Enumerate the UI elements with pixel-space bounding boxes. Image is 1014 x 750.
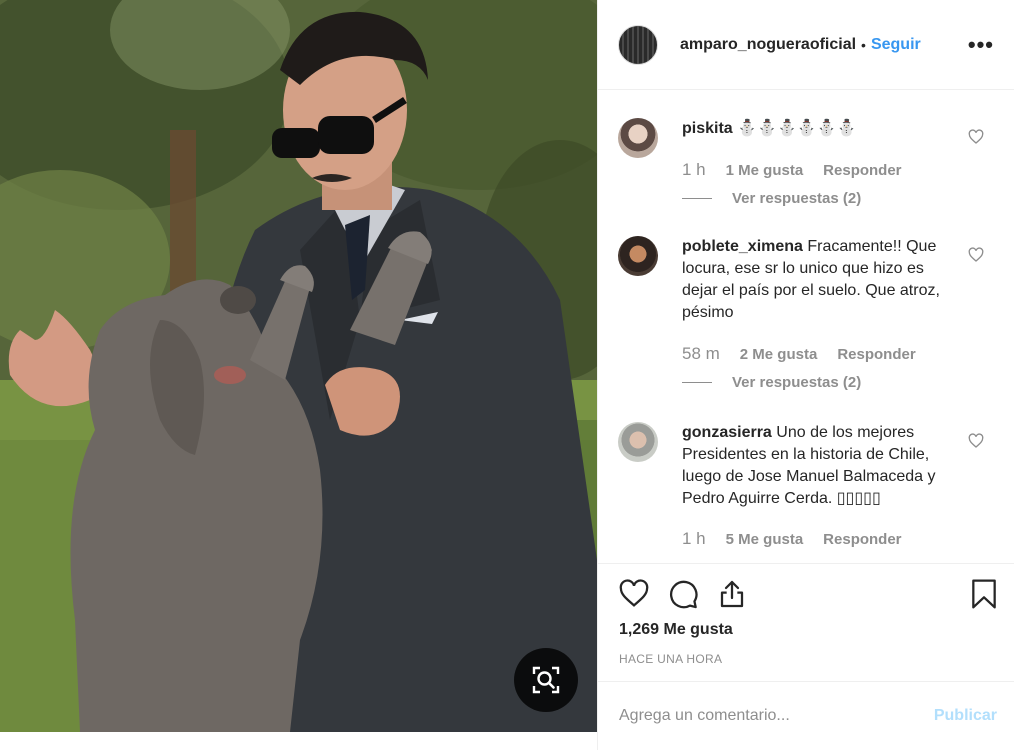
- comment-text: ⛄⛄⛄⛄⛄⛄: [737, 120, 857, 137]
- comment-text-block: gonzasierra Uno de los mejores President…: [682, 422, 962, 510]
- comment-username[interactable]: piskita: [682, 120, 733, 137]
- comment-item: piskita ⛄⛄⛄⛄⛄⛄ 1 h 1 Me gusta Responder …: [618, 118, 998, 213]
- commenter-avatar[interactable]: [618, 236, 658, 276]
- view-replies-label: Ver respuestas (2): [732, 190, 862, 207]
- commenter-avatar[interactable]: [618, 422, 658, 462]
- comment-text-block: poblete_ximena Fracamente!! Que locura, …: [682, 236, 962, 324]
- comment-item: poblete_ximena Fracamente!! Que locura, …: [618, 236, 998, 396]
- comment-like-heart-icon[interactable]: [968, 129, 984, 145]
- post-likes-count[interactable]: 1,269 Me gusta: [619, 621, 733, 639]
- header-separator: •: [861, 36, 866, 53]
- author-avatar[interactable]: [618, 24, 658, 65]
- heart-icon[interactable]: [618, 578, 650, 610]
- bookmark-icon[interactable]: [969, 578, 999, 610]
- comment-reply-button[interactable]: Responder: [823, 531, 901, 548]
- post-timestamp[interactable]: HACE UNA HORA: [619, 652, 722, 666]
- comment-meta: 1 h 1 Me gusta Responder: [682, 160, 902, 180]
- comment-username[interactable]: gonzasierra: [682, 424, 772, 441]
- commenter-avatar[interactable]: [618, 118, 658, 158]
- comment-meta: 58 m 2 Me gusta Responder: [682, 344, 916, 364]
- comment-like-heart-icon[interactable]: [968, 247, 984, 263]
- post-header: amparo_nogueraoficial • Seguir •••: [598, 0, 1014, 90]
- comment-time[interactable]: 58 m: [682, 344, 720, 364]
- follow-button[interactable]: Seguir: [871, 36, 921, 54]
- comment-likes[interactable]: 1 Me gusta: [726, 162, 804, 179]
- photo-illustration: [0, 0, 597, 732]
- view-replies-label: Ver respuestas (2): [732, 374, 862, 391]
- comment-text-block: piskita ⛄⛄⛄⛄⛄⛄: [682, 118, 962, 140]
- post-sidebar: amparo_nogueraoficial • Seguir ••• piski…: [597, 0, 1014, 750]
- comment-input[interactable]: [619, 707, 934, 725]
- comment-reply-button[interactable]: Responder: [823, 162, 901, 179]
- comment-likes[interactable]: 2 Me gusta: [740, 346, 818, 363]
- comment-item: gonzasierra Uno de los mejores President…: [618, 422, 998, 552]
- comment-time[interactable]: 1 h: [682, 529, 706, 549]
- share-icon[interactable]: [716, 578, 748, 610]
- view-replies-button[interactable]: Ver respuestas (2): [682, 374, 861, 391]
- comment-meta: 1 h 5 Me gusta Responder: [682, 529, 902, 549]
- post-actions: [598, 563, 1014, 624]
- comments-list: piskita ⛄⛄⛄⛄⛄⛄ 1 h 1 Me gusta Responder …: [598, 91, 1014, 563]
- add-comment-bar: Publicar: [598, 681, 1014, 750]
- author-username[interactable]: amparo_nogueraoficial: [680, 36, 856, 54]
- zoom-button[interactable]: [514, 648, 578, 712]
- comment-like-heart-icon[interactable]: [968, 433, 984, 449]
- view-replies-button[interactable]: Ver respuestas (2): [682, 190, 861, 207]
- comment-time[interactable]: 1 h: [682, 160, 706, 180]
- replies-divider: [682, 382, 712, 383]
- publish-button[interactable]: Publicar: [934, 707, 997, 725]
- more-options-icon[interactable]: •••: [968, 33, 994, 56]
- comment-username[interactable]: poblete_ximena: [682, 238, 803, 255]
- comment-likes[interactable]: 5 Me gusta: [726, 531, 804, 548]
- post-photo[interactable]: [0, 0, 597, 732]
- comment-icon[interactable]: [667, 578, 699, 610]
- replies-divider: [682, 198, 712, 199]
- zoom-search-icon: [532, 666, 560, 694]
- comment-reply-button[interactable]: Responder: [837, 346, 915, 363]
